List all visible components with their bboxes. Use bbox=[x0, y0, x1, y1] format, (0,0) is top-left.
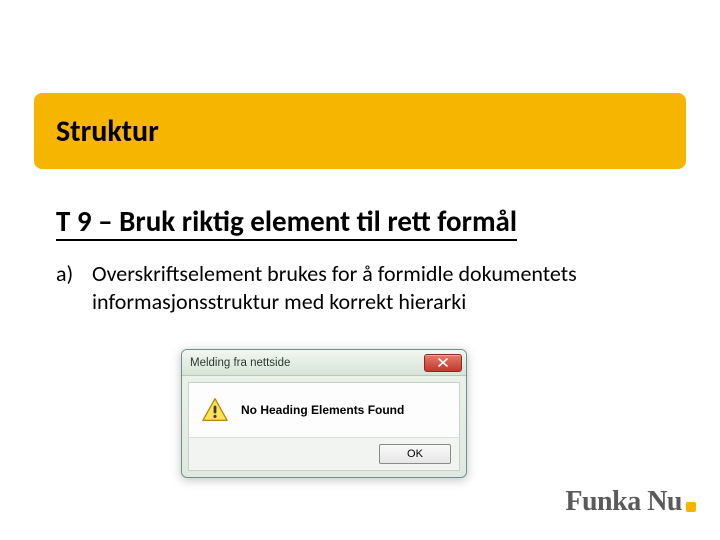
close-icon bbox=[438, 358, 448, 367]
dialog-body: No Heading Elements Found OK bbox=[188, 382, 460, 471]
ok-button[interactable]: OK bbox=[379, 444, 451, 464]
dialog-title: Melding fra nettside bbox=[190, 357, 290, 369]
close-button[interactable] bbox=[424, 354, 462, 372]
warning-icon bbox=[201, 397, 229, 423]
dialog-titlebar: Melding fra nettside bbox=[182, 350, 466, 376]
dialog-button-row: OK bbox=[189, 437, 459, 470]
list-text: Overskriftselement brukes for å formidle… bbox=[92, 260, 636, 315]
slide-heading: T 9 – Bruk riktig element til rett formå… bbox=[56, 206, 517, 241]
alert-dialog: Melding fra nettside No Heading Elements… bbox=[181, 349, 467, 478]
body-list-item: a) Overskriftselement brukes for å formi… bbox=[56, 260, 636, 315]
brand-logo-dot-icon bbox=[686, 502, 696, 512]
brand-logo-text: Funka Nu bbox=[565, 486, 682, 518]
dialog-message: No Heading Elements Found bbox=[241, 403, 404, 417]
section-title-band: Struktur bbox=[34, 93, 686, 169]
list-marker: a) bbox=[56, 260, 92, 315]
dialog-message-row: No Heading Elements Found bbox=[201, 397, 447, 437]
ok-button-label: OK bbox=[407, 448, 423, 460]
brand-logo: Funka Nu bbox=[565, 486, 696, 518]
section-title: Struktur bbox=[56, 113, 159, 150]
